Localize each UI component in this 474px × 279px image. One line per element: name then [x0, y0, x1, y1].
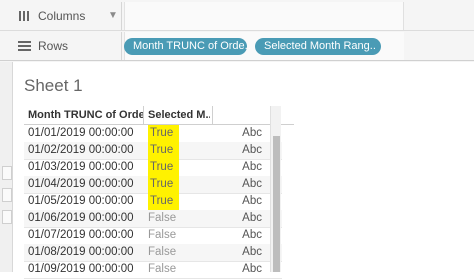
- table-row[interactable]: 01/06/2019 00:00:00 False Abc: [24, 210, 282, 228]
- row-date: 01/07/2019 00:00:00: [28, 229, 134, 241]
- table-row[interactable]: 01/03/2019 00:00:00 True Abc: [24, 159, 282, 177]
- header-divider: [212, 106, 213, 124]
- table-row[interactable]: 01/01/2019 00:00:00 True Abc: [24, 125, 282, 143]
- row-value: Abc: [242, 161, 262, 173]
- row-date: 01/05/2019 00:00:00: [28, 195, 134, 207]
- side-tab[interactable]: [2, 210, 12, 224]
- row-value: Abc: [242, 263, 262, 275]
- row-date: 01/09/2019 00:00:00: [28, 263, 134, 275]
- row-date: 01/02/2019 00:00:00: [28, 144, 134, 156]
- rows-icon: [18, 40, 32, 52]
- row-value: Abc: [242, 195, 262, 207]
- columns-shelf-right: [403, 2, 474, 30]
- columns-icon: [18, 10, 32, 22]
- row-value: Abc: [242, 229, 262, 241]
- row-value: Abc: [242, 246, 262, 258]
- shelf-area: Columns ▼ Rows Month TRUNC of Orde.. Sel…: [0, 0, 474, 62]
- chevron-down-icon[interactable]: ▼: [108, 10, 118, 21]
- rows-label: Rows: [38, 39, 69, 53]
- column-header-month[interactable]: Month TRUNC of Orde..: [28, 109, 144, 121]
- row-selected-flag: True: [148, 176, 180, 193]
- vertical-scrollbar[interactable]: [270, 106, 281, 272]
- rows-shelf: Rows Month TRUNC of Orde.. Selected Mont…: [0, 32, 474, 61]
- header-divider: [143, 106, 144, 124]
- row-date: 01/04/2019 00:00:00: [28, 178, 134, 190]
- columns-shelf-label: Columns: [0, 2, 122, 30]
- table-header: Month TRUNC of Orde.. Selected M..: [24, 106, 294, 125]
- month-trunc-pill[interactable]: Month TRUNC of Orde..: [124, 38, 251, 55]
- row-value: Abc: [242, 178, 262, 190]
- columns-shelf: Columns ▼: [0, 2, 474, 31]
- row-value: Abc: [242, 212, 262, 224]
- side-tab[interactable]: [2, 166, 12, 180]
- columns-drop-zone[interactable]: [124, 2, 404, 30]
- columns-label: Columns: [38, 9, 86, 23]
- sheet-title: Sheet 1: [24, 76, 83, 95]
- table-row[interactable]: 01/09/2019 00:00:00 False Abc: [24, 261, 282, 279]
- table-row[interactable]: 01/07/2019 00:00:00 False Abc: [24, 227, 282, 245]
- row-selected-flag: True: [148, 142, 180, 159]
- left-side-panel: [0, 62, 13, 272]
- scrollbar-thumb[interactable]: [273, 136, 280, 272]
- row-date: 01/03/2019 00:00:00: [28, 161, 134, 173]
- table-row[interactable]: 01/05/2019 00:00:00 True Abc: [24, 193, 282, 211]
- row-value: Abc: [242, 144, 262, 156]
- row-date: 01/01/2019 00:00:00: [28, 127, 134, 139]
- row-selected-flag: True: [148, 159, 180, 176]
- rows-shelf-label: Rows: [0, 32, 122, 60]
- row-date: 01/06/2019 00:00:00: [28, 212, 134, 224]
- row-value: Abc: [242, 127, 262, 139]
- row-date: 01/08/2019 00:00:00: [28, 246, 134, 258]
- row-selected-flag: False: [148, 263, 177, 275]
- table-row[interactable]: 01/02/2019 00:00:00 True Abc: [24, 142, 282, 160]
- row-selected-flag: True: [148, 193, 180, 210]
- table-row[interactable]: 01/08/2019 00:00:00 False Abc: [24, 244, 282, 262]
- row-selected-flag: True: [148, 125, 180, 142]
- selected-month-range-pill[interactable]: Selected Month Rang..: [255, 38, 381, 55]
- side-tab[interactable]: [2, 188, 12, 202]
- row-selected-flag: False: [148, 246, 177, 258]
- row-selected-flag: False: [148, 229, 177, 241]
- row-selected-flag: False: [148, 212, 177, 224]
- table-row[interactable]: 01/04/2019 00:00:00 True Abc: [24, 176, 282, 194]
- column-header-selected[interactable]: Selected M..: [148, 109, 210, 121]
